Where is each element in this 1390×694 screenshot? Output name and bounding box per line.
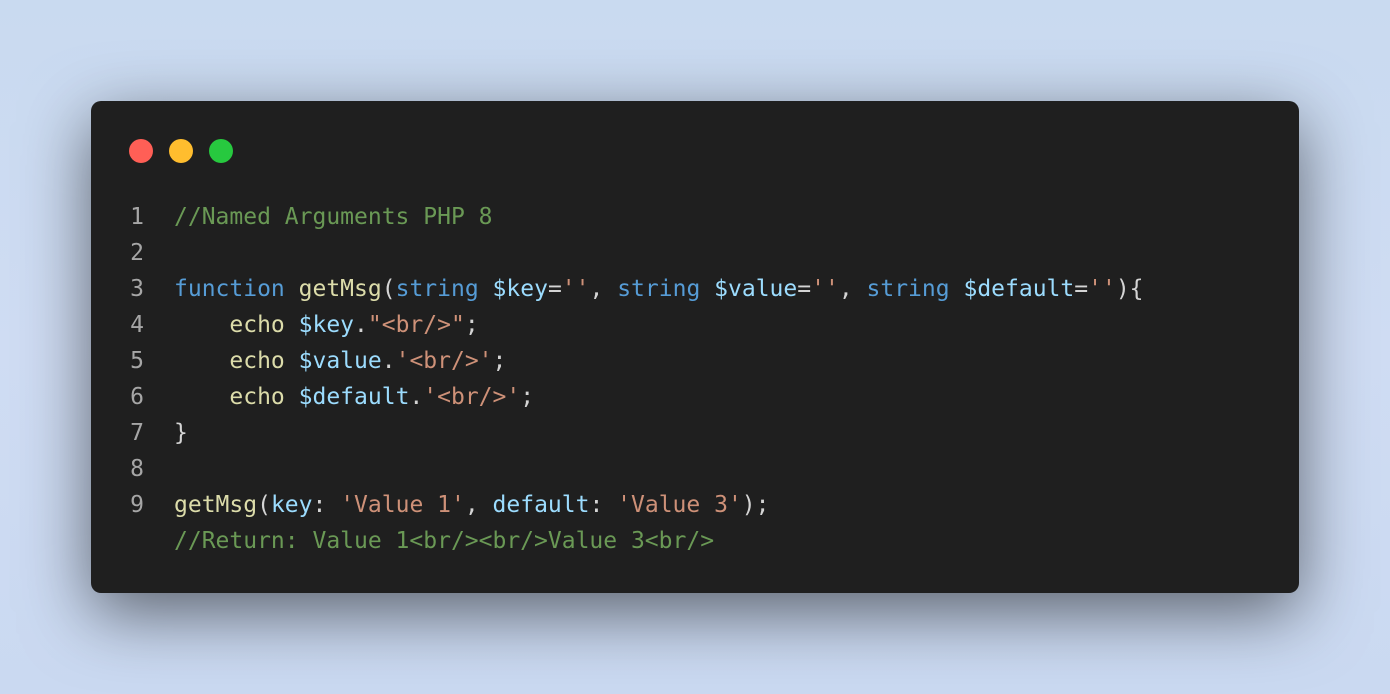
code-token-str: ''	[561, 276, 590, 302]
code-token-str: "<br/>"	[367, 312, 465, 338]
code-line: 6 echo $default.'<br/>';	[91, 379, 1299, 415]
code-token-punc	[285, 348, 299, 374]
code-token-punc: .	[381, 348, 396, 374]
code-token-var: $value	[298, 348, 382, 374]
code-token-punc	[700, 276, 714, 302]
line-source: echo $value.'<br/>';	[174, 343, 506, 379]
code-token-echo: echo	[229, 384, 285, 410]
code-token-punc: }	[174, 420, 188, 446]
code-token-punc: (	[381, 276, 396, 302]
code-line: 5 echo $value.'<br/>';	[91, 343, 1299, 379]
code-token-punc	[285, 312, 299, 338]
code-token-punc: (	[257, 492, 271, 518]
code-token-var: key	[270, 492, 313, 518]
code-token-punc: ,	[464, 492, 493, 518]
code-token-func: getMsg	[298, 276, 382, 302]
line-number: 9	[130, 492, 144, 518]
code-token-punc: ;	[492, 348, 507, 374]
line-number: 3	[130, 276, 144, 302]
code-token-punc: ;	[520, 384, 535, 410]
code-token-punc: );	[741, 492, 770, 518]
code-token-punc: ){	[1115, 276, 1144, 302]
code-line: 7}	[91, 415, 1299, 451]
code-line: //Return: Value 1<br/><br/>Value 3<br/>	[91, 523, 1299, 559]
line-number: 7	[130, 420, 144, 446]
line-source: echo $key."<br/>";	[174, 307, 479, 343]
code-token-punc	[285, 276, 299, 302]
code-line: 4 echo $key."<br/>";	[91, 307, 1299, 343]
code-token-punc: =	[797, 276, 812, 302]
code-token-punc	[950, 276, 964, 302]
code-token-punc: ,	[589, 276, 618, 302]
code-token-punc: .	[354, 312, 368, 338]
code-token-punc: =	[547, 276, 562, 302]
line-source: function getMsg(string $key='', string $…	[174, 271, 1144, 307]
code-token-var: $value	[714, 276, 798, 302]
code-token-var: $default	[298, 384, 410, 410]
code-token-keyword: function	[174, 276, 285, 302]
code-token-str: '<br/>'	[395, 348, 493, 374]
line-number: 4	[130, 312, 144, 338]
line-source: //Named Arguments PHP 8	[174, 199, 493, 235]
line-source: //Return: Value 1<br/><br/>Value 3<br/>	[174, 523, 714, 559]
minimize-dot[interactable]	[169, 139, 193, 163]
code-token-punc	[285, 384, 299, 410]
line-number: 5	[130, 348, 144, 374]
code-token-str: ''	[1088, 276, 1116, 302]
code-token-punc: .	[409, 384, 424, 410]
code-token-var: $key	[298, 312, 355, 338]
line-source: getMsg(key: 'Value 1', default: 'Value 3…	[174, 487, 770, 523]
code-token-punc: ;	[464, 312, 479, 338]
code-token-comment: //Named Arguments PHP 8	[174, 204, 493, 230]
code-token-punc	[479, 276, 493, 302]
code-token-echo: echo	[229, 312, 285, 338]
close-dot[interactable]	[129, 139, 153, 163]
code-token-punc	[174, 312, 229, 338]
code-token-comment: //Return: Value 1<br/><br/>Value 3<br/>	[174, 528, 715, 554]
code-token-echo: echo	[229, 348, 285, 374]
code-token-str: 'Value 1'	[340, 492, 465, 518]
code-token-var: default	[492, 492, 590, 518]
code-token-var: $key	[492, 276, 548, 302]
code-token-punc	[174, 384, 229, 410]
code-line: 1 //Named Arguments PHP 8	[91, 199, 1299, 235]
code-token-punc: ,	[838, 276, 867, 302]
code-token-str: 'Value 3'	[617, 492, 742, 518]
code-token-punc: :	[589, 492, 618, 518]
code-token-punc: =	[1074, 276, 1089, 302]
code-token-str: ''	[811, 276, 839, 302]
line-number: 1	[130, 204, 144, 230]
code-line: 9 getMsg(key: 'Value 1', default: 'Value …	[91, 487, 1299, 523]
line-number: 8	[130, 456, 144, 482]
line-source: }	[174, 415, 188, 451]
code-block: 1 //Named Arguments PHP 8 2 3 function getMs…	[91, 199, 1299, 559]
line-number: 6	[130, 384, 144, 410]
code-line: 3 function getMsg(string $key='', string …	[91, 271, 1299, 307]
code-token-punc: :	[312, 492, 341, 518]
code-token-type: string	[617, 276, 701, 302]
code-window: 1 //Named Arguments PHP 8 2 3 function getMs…	[91, 101, 1299, 593]
code-token-str: '<br/>'	[423, 384, 521, 410]
code-token-type: string	[866, 276, 950, 302]
code-line: 2	[91, 235, 1299, 271]
line-number: 2	[130, 240, 144, 266]
line-source: echo $default.'<br/>';	[174, 379, 534, 415]
code-token-var: $default	[963, 276, 1075, 302]
code-line: 8	[91, 451, 1299, 487]
maximize-dot[interactable]	[209, 139, 233, 163]
code-token-type: string	[395, 276, 479, 302]
code-token-func: getMsg	[174, 492, 258, 518]
code-token-punc	[174, 348, 229, 374]
